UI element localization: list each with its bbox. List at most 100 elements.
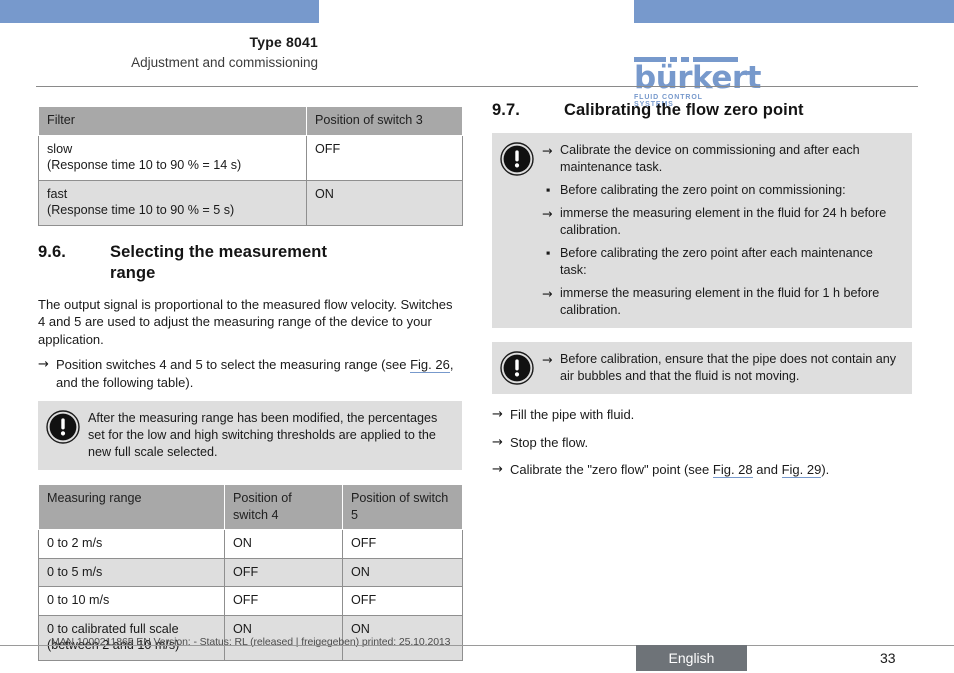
cell-text-line1: 0 to calibrated full scale bbox=[47, 621, 179, 636]
column-header-switch3: Position of switch 3 bbox=[306, 106, 463, 136]
xref-fig-28[interactable]: Fig. 28 bbox=[712, 462, 753, 478]
note-item: → immerse the measuring element in the f… bbox=[542, 205, 902, 239]
note-item-text: Before calibrating the zero point on com… bbox=[560, 183, 846, 197]
arrow-marker-icon: → bbox=[492, 434, 503, 450]
arrow-marker-icon: → bbox=[542, 352, 553, 367]
measuring-range-table: Measuring range Position of switch 4 Pos… bbox=[38, 484, 463, 661]
column-header-switch4: Position of switch 4 bbox=[224, 484, 343, 530]
section-title: Calibrating the flow zero point bbox=[564, 101, 804, 119]
cell-filter-slow: slow (Response time 10 to 90 % = 14 s) bbox=[38, 134, 307, 181]
filter-table: Filter Position of switch 3 slow (Respon… bbox=[38, 106, 463, 226]
cell-switch4: ON bbox=[224, 529, 343, 559]
step-text-before: Calibrate the "zero flow" point (see bbox=[510, 462, 713, 477]
top-accent-bar-left bbox=[0, 0, 319, 23]
step-text: Calibrate the "zero flow" point (see Fig… bbox=[510, 461, 916, 479]
section-title: Selecting the measurement range bbox=[110, 242, 462, 284]
bullet-marker-icon: ▪ bbox=[546, 246, 551, 260]
footer-divider bbox=[0, 645, 954, 646]
xref-fig-26[interactable]: Fig. 26 bbox=[410, 357, 450, 373]
column-header-filter: Filter bbox=[38, 106, 307, 136]
cell-text-line2: (Response time 10 to 90 % = 5 s) bbox=[47, 203, 235, 217]
note-item: → Calibrate the device on commissioning … bbox=[542, 142, 902, 176]
header-titles: Type 8041 Adjustment and commissioning bbox=[0, 33, 318, 73]
note-box-pipe-condition: → Before calibration, ensure that the pi… bbox=[492, 342, 912, 394]
arrow-marker-icon: → bbox=[492, 462, 503, 477]
note-item: → immerse the measuring element in the f… bbox=[542, 285, 902, 319]
note-text: After the measuring range has been modif… bbox=[88, 411, 438, 459]
right-column: 9.7. Calibrating the flow zero point → C… bbox=[492, 100, 916, 479]
table-row: slow (Response time 10 to 90 % = 14 s) O… bbox=[38, 134, 463, 181]
column-header-switch5: Position of switch 5 bbox=[342, 484, 463, 530]
document-type: Type 8041 bbox=[249, 34, 318, 50]
section-number: 9.6. bbox=[38, 242, 66, 261]
document-subtitle: Adjustment and commissioning bbox=[131, 55, 318, 70]
header-line1: Position of switch bbox=[351, 491, 449, 505]
arrow-marker-icon: → bbox=[492, 407, 503, 422]
note-item: ▪ Before calibrating the zero point afte… bbox=[542, 245, 902, 279]
cell-switch3-slow: OFF bbox=[306, 134, 463, 181]
header-line1: Position of bbox=[233, 491, 292, 505]
table-row: 0 to 2 m/s ON OFF bbox=[38, 529, 463, 559]
cell-filter-fast: fast (Response time 10 to 90 % = 5 s) bbox=[38, 179, 307, 226]
note-box-measuring-range: After the measuring range has been modif… bbox=[38, 401, 462, 470]
header-divider bbox=[36, 86, 918, 87]
cell-text-line2: (Response time 10 to 90 % = 14 s) bbox=[47, 158, 242, 172]
arrow-marker-icon: → bbox=[38, 357, 49, 372]
note-item-text: immerse the measuring element in the flu… bbox=[560, 286, 880, 317]
section-title-line1: Selecting the measurement bbox=[110, 242, 328, 261]
step-text: Stop the flow. bbox=[510, 434, 589, 450]
cell-switch5: ON bbox=[342, 557, 463, 587]
section-96-paragraph: The output signal is proportional to the… bbox=[38, 296, 453, 347]
arrow-marker-icon: → bbox=[542, 143, 553, 158]
section-title-line2: range bbox=[110, 263, 156, 282]
table-row: 0 to 5 m/s OFF ON bbox=[38, 557, 463, 587]
warning-exclamation-icon bbox=[500, 142, 534, 176]
cell-switch3-fast: ON bbox=[306, 179, 463, 226]
note-item: ▪ Before calibrating the zero point on c… bbox=[542, 182, 902, 199]
cell-text-line1: fast bbox=[47, 186, 68, 201]
cell-range: 0 to 5 m/s bbox=[38, 557, 225, 587]
footer-language-badge: English bbox=[636, 645, 747, 671]
note-body: After the measuring range has been modif… bbox=[88, 409, 452, 461]
table-row: fast (Response time 10 to 90 % = 5 s) ON bbox=[38, 179, 463, 226]
bullet-marker-icon: ▪ bbox=[546, 183, 551, 197]
section-number: 9.7. bbox=[492, 101, 520, 119]
cell-range: 0 to 10 m/s bbox=[38, 586, 225, 616]
step-text-before: Position switches 4 and 5 to select the … bbox=[56, 357, 411, 372]
arrow-marker-icon: → bbox=[542, 286, 553, 301]
cell-text-line1: slow bbox=[47, 141, 73, 156]
cell-switch5: OFF bbox=[342, 529, 463, 559]
step-text: Fill the pipe with fluid. bbox=[510, 407, 635, 422]
calibration-step-2: → Stop the flow. bbox=[492, 434, 916, 452]
page-header: Type 8041 Adjustment and commissioning b… bbox=[0, 23, 954, 108]
table-header-row: Filter Position of switch 3 bbox=[38, 106, 463, 136]
note-item-text: Before calibrating the zero point after … bbox=[560, 246, 873, 277]
note-item: → Before calibration, ensure that the pi… bbox=[542, 351, 902, 385]
note-item-text: immerse the measuring element in the flu… bbox=[560, 206, 887, 237]
note-box-calibration-timing: → Calibrate the device on commissioning … bbox=[492, 133, 912, 328]
note-item-text: Calibrate the device on commissioning an… bbox=[560, 143, 860, 174]
footer-page-number: 33 bbox=[880, 650, 896, 666]
column-header-measuring-range: Measuring range bbox=[38, 484, 225, 530]
header-line2: switch 4 bbox=[233, 507, 279, 522]
calibration-step-3: → Calibrate the "zero flow" point (see F… bbox=[492, 461, 916, 479]
step-text-after: ). bbox=[821, 462, 830, 477]
step-text: Position switches 4 and 5 to select the … bbox=[56, 356, 462, 391]
logo-wordmark: bürkert bbox=[634, 60, 761, 96]
table-header-row: Measuring range Position of switch 4 Pos… bbox=[38, 484, 463, 530]
note-body: → Before calibration, ensure that the pi… bbox=[542, 350, 902, 385]
cell-range: 0 to 2 m/s bbox=[38, 529, 225, 559]
note-body: → Calibrate the device on commissioning … bbox=[542, 141, 902, 319]
step-text-middle: and bbox=[752, 462, 782, 477]
section-heading-97: 9.7. Calibrating the flow zero point bbox=[492, 100, 916, 121]
header-line2: 5 bbox=[351, 507, 359, 522]
footer-document-code: MAN 1000211865 EN Version: - Status: RL … bbox=[51, 636, 451, 648]
table-row: 0 to 10 m/s OFF OFF bbox=[38, 586, 463, 616]
xref-fig-29[interactable]: Fig. 29 bbox=[781, 462, 822, 478]
note-item-text: Before calibration, ensure that the pipe… bbox=[560, 352, 897, 383]
calibration-step-1: → Fill the pipe with fluid. bbox=[492, 406, 916, 424]
top-accent-bar-right bbox=[634, 0, 954, 23]
cell-switch5: OFF bbox=[342, 586, 463, 616]
left-column: Filter Position of switch 3 slow (Respon… bbox=[38, 106, 463, 661]
cell-switch4: OFF bbox=[224, 586, 343, 616]
